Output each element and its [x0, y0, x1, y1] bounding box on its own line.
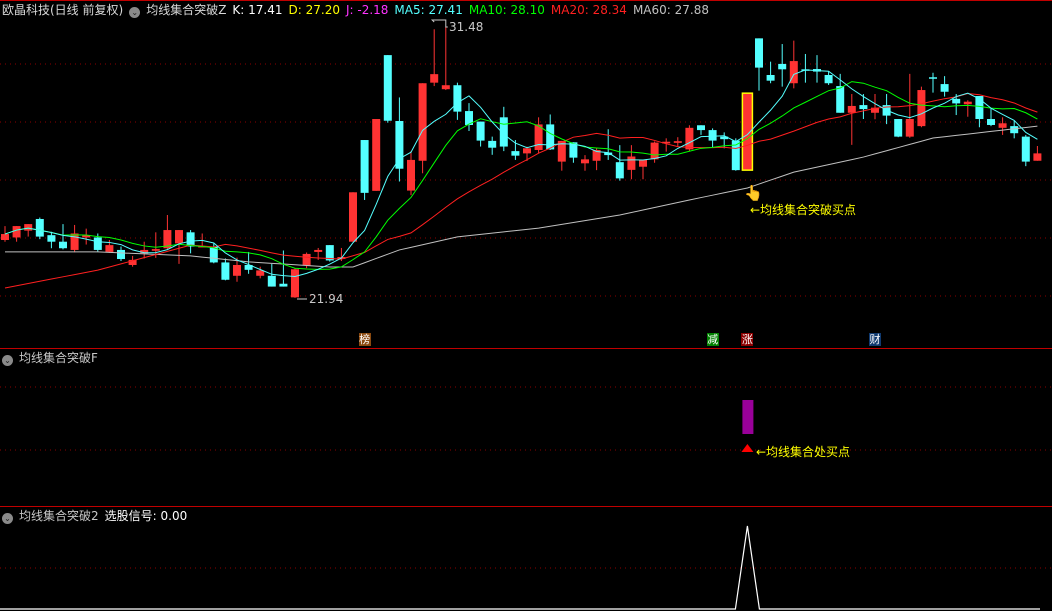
signal-candle [741, 92, 754, 171]
candle-body [395, 121, 404, 169]
ma10-line [4, 81, 1038, 270]
candle-body [824, 74, 833, 84]
signal-bar [742, 400, 754, 434]
candle-body [372, 119, 381, 191]
candle-body [836, 86, 845, 113]
candle-body [917, 90, 926, 127]
candle-body [476, 121, 485, 141]
high-leader-line [430, 19, 448, 28]
candle-body [70, 233, 79, 250]
candle-body [441, 85, 450, 90]
high-price-label: 31.48 [449, 20, 484, 34]
candle-body [615, 162, 624, 179]
candle-body [940, 84, 949, 92]
candle-body [383, 55, 392, 121]
candle-body [1010, 126, 1019, 134]
candle-body [35, 218, 44, 237]
candle-body [952, 98, 961, 104]
candle-body [998, 123, 1007, 128]
candle-body [581, 159, 589, 164]
hand-cursor-icon: 👆 [744, 184, 763, 202]
candle-body [59, 241, 67, 249]
candle-body [1, 234, 9, 240]
candle-body [117, 249, 125, 260]
select-signal-value: 选股信号: 0.00 [104, 509, 188, 523]
candle-body [523, 148, 531, 154]
panel2-title[interactable]: 均线集合突破F [19, 351, 98, 365]
candle-body [1033, 153, 1042, 161]
event-marker[interactable]: 榜 [358, 333, 371, 346]
candle-body [1021, 136, 1030, 162]
candle-body [778, 63, 787, 70]
candle-body [221, 262, 230, 280]
candle-body [987, 119, 995, 125]
candle-body [267, 275, 276, 287]
candle-body [546, 124, 555, 150]
panel3-title[interactable]: 均线集合突破2 [19, 509, 99, 523]
candle-body [349, 192, 357, 242]
candle-body [430, 74, 439, 83]
candle-body [488, 140, 497, 148]
candle-body [963, 101, 972, 105]
candle-body [279, 283, 288, 287]
candle-body [627, 156, 636, 170]
candle-body [175, 230, 183, 244]
candle-body [314, 249, 323, 252]
candle-body [256, 270, 265, 276]
candle-body [302, 253, 311, 266]
low-price-label: 21.94 [309, 292, 344, 306]
candle-body [186, 232, 195, 247]
candle-body [697, 125, 705, 131]
panel2-header: ⌄ 均线集合突破F [2, 351, 104, 366]
candle-body [755, 38, 763, 68]
candle-body [418, 83, 427, 161]
candle-body [47, 235, 56, 242]
candle-body [685, 127, 694, 150]
candle-body [407, 159, 415, 191]
candle-body [847, 105, 856, 113]
buy-signal-label: ←均线集合突破买点 [750, 203, 857, 217]
candle-body [766, 74, 775, 81]
event-marker[interactable]: 涨 [741, 333, 754, 346]
candle-body [151, 249, 160, 251]
candle-body [673, 141, 682, 143]
buy-point-label: ←均线集合处买点 [756, 445, 851, 459]
chevron-down-icon[interactable]: ⌄ [2, 513, 13, 524]
candle-body [24, 224, 33, 231]
chevron-down-icon[interactable]: ⌄ [2, 355, 13, 366]
candle-body [360, 140, 369, 193]
buy-triangle-icon [741, 444, 754, 452]
candle-body [233, 264, 241, 276]
panel-divider [0, 506, 1052, 507]
candle-body [291, 269, 299, 298]
candle-body [639, 159, 647, 167]
candle-body [453, 85, 462, 112]
event-marker[interactable]: 减 [706, 333, 719, 346]
candle-body [905, 119, 914, 137]
candle-body [12, 226, 21, 238]
candle-body [929, 77, 937, 79]
candle-body [511, 151, 520, 156]
ma5-line [4, 69, 1038, 278]
ma60-line [5, 125, 1038, 268]
candle-body [708, 130, 717, 141]
candle-body [93, 237, 102, 250]
candle-body [105, 245, 114, 252]
panel3-header: ⌄ 均线集合突破2 选股信号: 0.00 [2, 509, 193, 524]
candle-body [650, 142, 659, 160]
candle-body [859, 105, 868, 110]
candle-body [894, 119, 903, 137]
panel-divider [0, 348, 1052, 349]
event-marker[interactable]: 财 [869, 333, 881, 346]
